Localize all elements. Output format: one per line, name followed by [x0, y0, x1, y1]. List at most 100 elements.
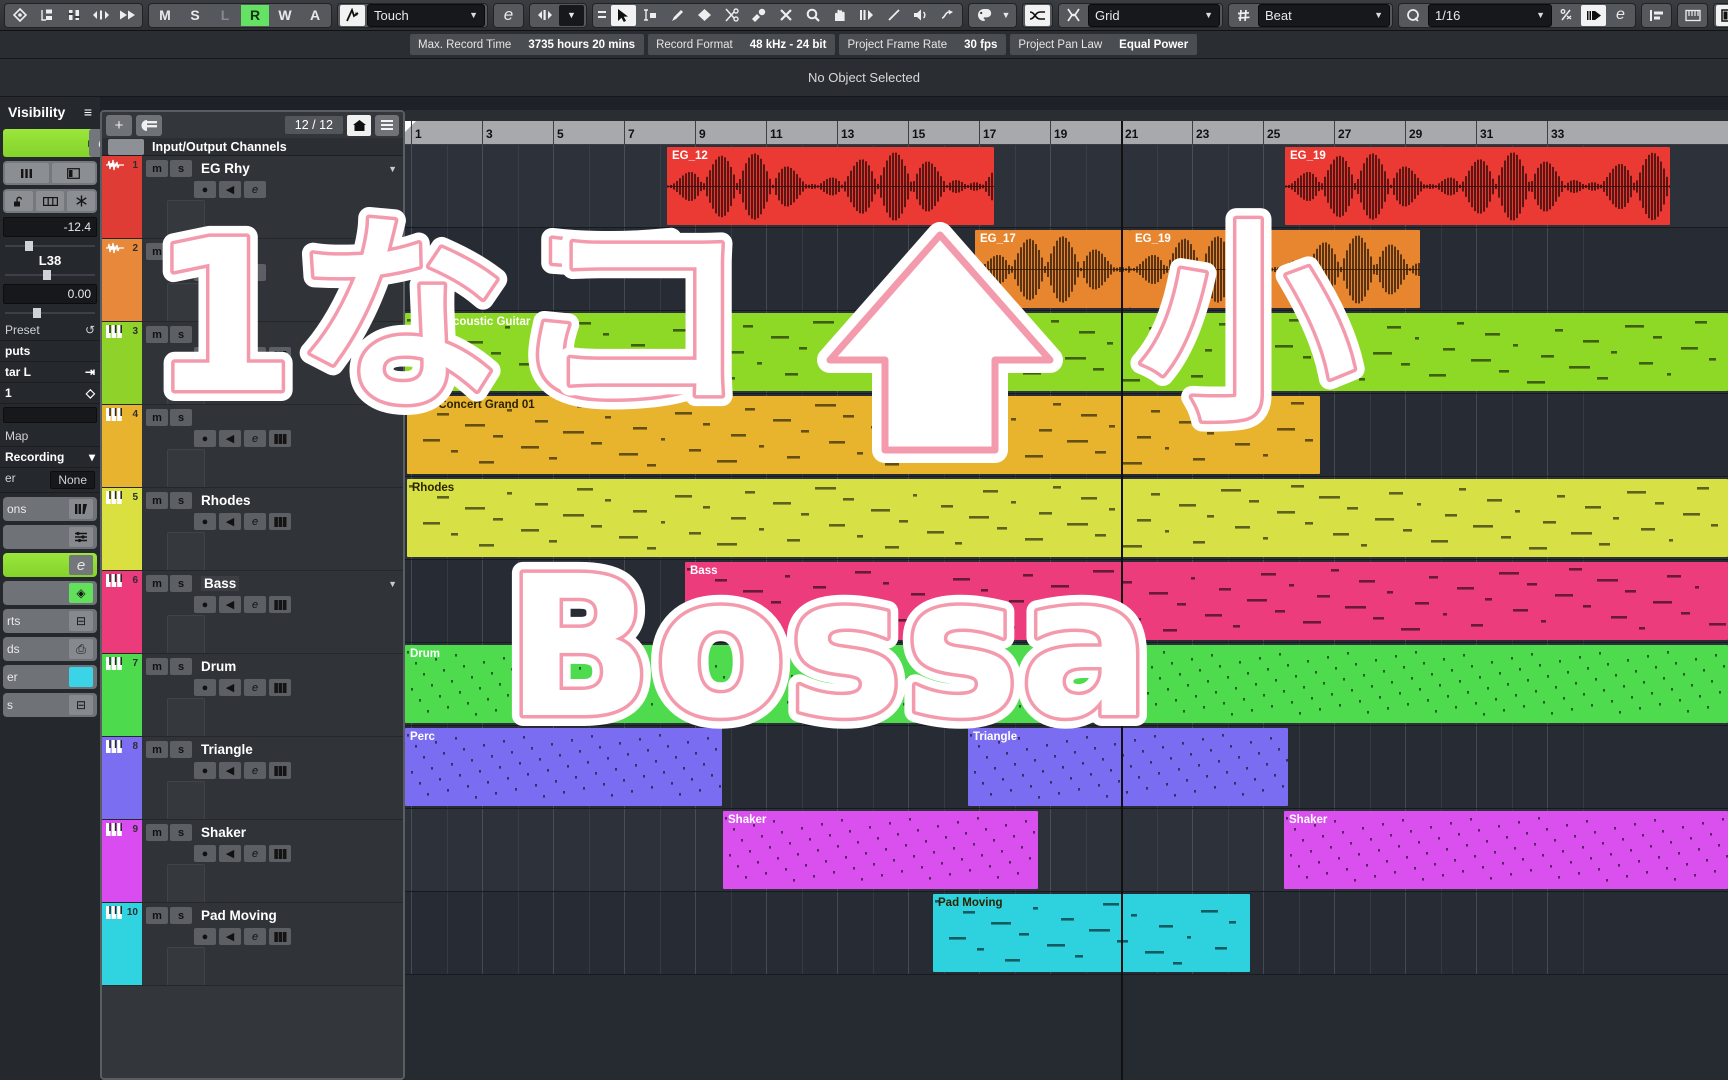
channel-color-bar[interactable]: ▶ e: [3, 129, 100, 157]
channel-number-row[interactable]: 1 ◇: [0, 383, 100, 404]
snowflake-freeze-icon[interactable]: [67, 191, 95, 211]
audio-clip[interactable]: EG_19: [1285, 147, 1670, 225]
audio-clip[interactable]: EG_17: [975, 230, 1130, 308]
audio-clip[interactable]: Rhodes: [407, 479, 1728, 557]
track-row[interactable]: 10 m s Pad Moving ● ◀ e: [102, 903, 403, 986]
edit-channel-button[interactable]: e: [244, 762, 266, 779]
track-name[interactable]: Drum: [201, 659, 236, 674]
instrument-button[interactable]: [269, 928, 291, 945]
audio-clip[interactable]: Shaker: [723, 811, 1038, 889]
instrument-button[interactable]: [269, 596, 291, 613]
track-color-strip[interactable]: 7: [102, 654, 142, 736]
audio-clip[interactable]: EG_19: [1130, 230, 1420, 308]
track-color-strip[interactable]: 9: [102, 820, 142, 902]
automation-r-button[interactable]: R: [241, 4, 269, 26]
track-lane[interactable]: Rhodes: [405, 477, 1728, 560]
track-color-strip[interactable]: 6: [102, 571, 142, 653]
quantize-q-icon[interactable]: [1401, 5, 1426, 26]
nudge-icon[interactable]: [532, 5, 557, 26]
line-icon[interactable]: [881, 5, 906, 26]
hand-drag-icon[interactable]: [827, 5, 852, 26]
track-lane[interactable]: Bass: [405, 560, 1728, 643]
plus-icon[interactable]: +: [106, 114, 132, 136]
chevron-down-icon[interactable]: ▼: [388, 579, 397, 589]
track-row[interactable]: 7 m s Drum ● ◀ e: [102, 654, 403, 737]
track-preview-box[interactable]: [167, 366, 205, 404]
scissors-icon[interactable]: [719, 5, 744, 26]
snap-mode-select[interactable]: Grid ▼: [1088, 3, 1220, 27]
crossfade-icon[interactable]: [1025, 4, 1050, 26]
track-lane[interactable]: EG_17 EG_19: [405, 228, 1728, 311]
track-lane[interactable]: Nylon Acoustic Guitar L 01: [405, 311, 1728, 394]
track-preview-box[interactable]: [167, 615, 205, 653]
secondary-value[interactable]: 0.00: [3, 284, 97, 304]
automation-mode-select[interactable]: Touch ▼: [367, 3, 485, 27]
secondary-slider[interactable]: [5, 307, 95, 319]
track-row[interactable]: 6 m s Bass ▼ ● ◀ e: [102, 571, 403, 654]
columns-icon[interactable]: [36, 191, 64, 211]
solo-button[interactable]: s: [170, 907, 192, 924]
monitor-button[interactable]: ◀: [219, 430, 241, 447]
track-preview-box[interactable]: [167, 200, 205, 238]
record-enable-button[interactable]: ●: [194, 430, 216, 447]
instrument-button[interactable]: [269, 845, 291, 862]
edit-channel-icon[interactable]: e: [496, 5, 521, 26]
edit-channel-icon[interactable]: e: [89, 129, 100, 157]
record-enable-button[interactable]: ●: [194, 845, 216, 862]
hamburger-icon[interactable]: ≡: [84, 104, 92, 120]
channel-layout-icon[interactable]: [51, 163, 95, 183]
track-color-strip[interactable]: 2: [102, 239, 142, 321]
audio-clip[interactable]: Shaker: [1284, 811, 1728, 889]
solo-button[interactable]: s: [170, 243, 192, 260]
track-row[interactable]: 3 m s ● ◀ e: [102, 322, 403, 405]
recording-select[interactable]: Recording ▾: [0, 447, 100, 468]
solo-button[interactable]: s: [170, 492, 192, 509]
track-name[interactable]: Triangle: [201, 742, 253, 757]
instrument-button[interactable]: [269, 347, 291, 364]
automation-l-button[interactable]: L: [211, 5, 239, 26]
mute-button[interactable]: m: [146, 492, 168, 509]
instrument-slot-button[interactable]: e: [3, 553, 97, 577]
playhead-cursor[interactable]: [1121, 121, 1123, 1080]
track-preview-box[interactable]: [167, 449, 205, 487]
track-lane[interactable]: Shaker Shaker: [405, 809, 1728, 892]
instrument-button[interactable]: [269, 679, 291, 696]
monitor-button[interactable]: ◀: [219, 347, 241, 364]
reset-icon[interactable]: ↺: [85, 323, 95, 337]
solo-button[interactable]: s: [170, 326, 192, 343]
track-preview-box[interactable]: [167, 532, 205, 570]
edit-channel-button[interactable]: e: [244, 596, 266, 613]
record-enable-button[interactable]: ●: [194, 264, 216, 281]
blank-field[interactable]: [3, 407, 97, 423]
edit-channel-button[interactable]: e: [244, 513, 266, 530]
speaker-play-icon[interactable]: [908, 5, 933, 26]
audio-clip[interactable]: Nylon Acoustic Guitar L 01: [405, 313, 1728, 391]
mute-button[interactable]: m: [146, 907, 168, 924]
track-row[interactable]: 8 m s Triangle ● ◀ e: [102, 737, 403, 820]
track-name[interactable]: Pad Moving: [201, 908, 277, 923]
fader-button[interactable]: er: [3, 665, 97, 689]
record-enable-button[interactable]: ●: [194, 596, 216, 613]
color-dropdown-icon[interactable]: ▼: [998, 5, 1014, 26]
unlock-icon[interactable]: [5, 191, 33, 211]
track-color-strip[interactable]: 10: [102, 903, 142, 985]
edit-channel-button[interactable]: e: [244, 679, 266, 696]
cue-sends-button[interactable]: ds ⎙: [3, 637, 97, 661]
track-color-strip[interactable]: 3: [102, 322, 142, 404]
mute-button[interactable]: m: [146, 658, 168, 675]
track-preview-box[interactable]: [167, 864, 205, 902]
record-enable-button[interactable]: ●: [194, 679, 216, 696]
track-row[interactable]: 4 m s ● ◀ e: [102, 405, 403, 488]
edit-channel-button[interactable]: e: [244, 347, 266, 364]
preset-row[interactable]: Preset ↺: [0, 320, 100, 341]
grid-type-select[interactable]: Beat ▼: [1258, 3, 1390, 27]
color-palette-icon[interactable]: [971, 5, 996, 26]
mute-button[interactable]: m: [146, 409, 168, 426]
add-track-icon[interactable]: [136, 114, 162, 136]
equalizer-button[interactable]: [3, 525, 97, 549]
instrument-button[interactable]: [269, 513, 291, 530]
track-name[interactable]: Bass: [201, 576, 240, 591]
edit-channel-button[interactable]: e: [244, 928, 266, 945]
object-selection-icon[interactable]: [611, 4, 636, 26]
instrument-button[interactable]: [269, 430, 291, 447]
